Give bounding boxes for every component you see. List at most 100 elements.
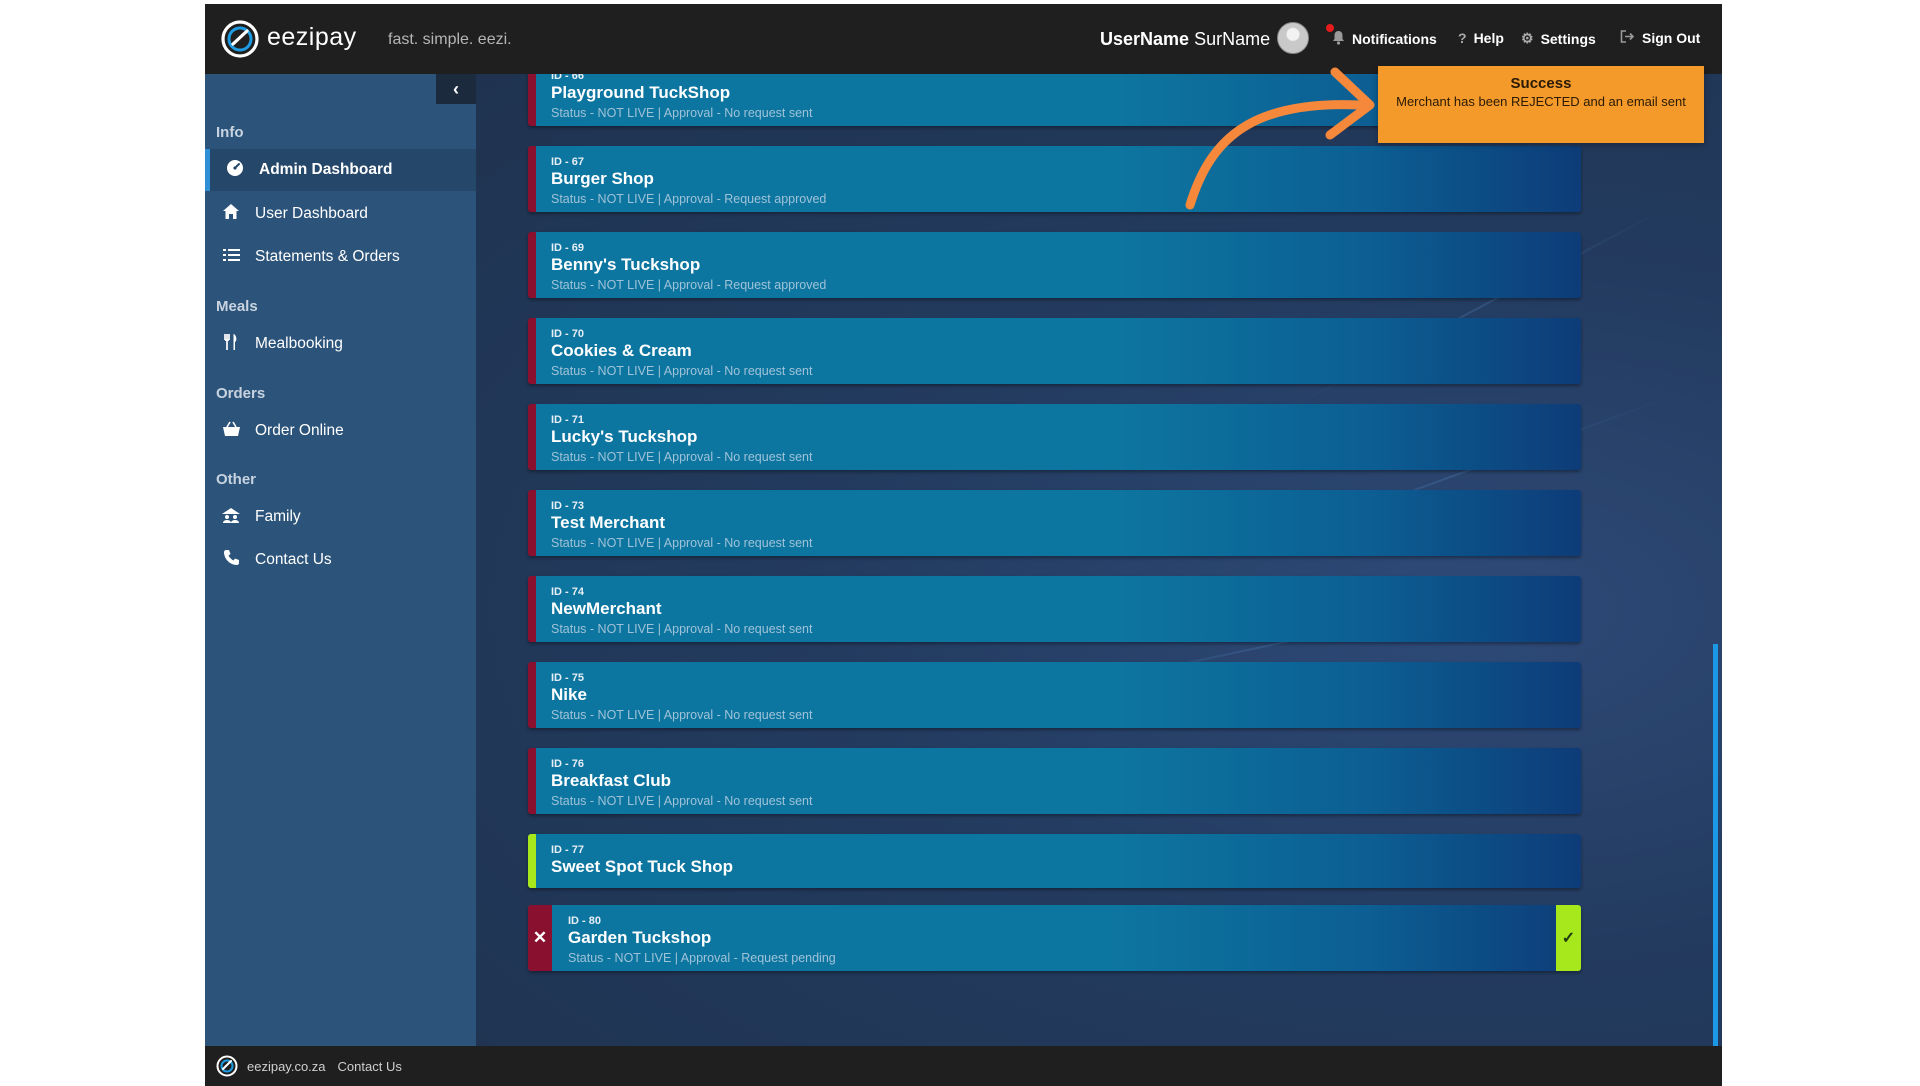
merchant-id: ID - 77 bbox=[551, 844, 585, 856]
section-title-meals: Meals bbox=[216, 298, 258, 315]
merchant-id: ID - 67 bbox=[551, 156, 585, 168]
sign-out-icon bbox=[1620, 30, 1635, 46]
gear-icon: ⚙ bbox=[1521, 30, 1534, 46]
merchant-name: Lucky's Tuckshop bbox=[551, 427, 698, 446]
brand-name[interactable]: eezipay bbox=[267, 23, 357, 52]
merchant-status: Status - NOT LIVE | Approval - No reques… bbox=[551, 106, 813, 120]
user-name[interactable]: UserName SurName bbox=[1100, 29, 1270, 50]
family-home-icon bbox=[220, 507, 242, 528]
merchant-id: ID - 71 bbox=[551, 414, 585, 426]
merchant-id: ID - 70 bbox=[551, 328, 585, 340]
annotation-arrow-icon bbox=[1185, 67, 1375, 210]
merchant-status: Status - NOT LIVE | Approval - No reques… bbox=[551, 364, 813, 378]
merchant-status: Status - NOT LIVE | Approval - Request p… bbox=[568, 951, 836, 965]
scrollbar[interactable] bbox=[1713, 644, 1718, 1046]
merchant-card[interactable]: ID - 70 Cookies & Cream Status - NOT LIV… bbox=[528, 318, 1581, 384]
eezipay-logo-icon[interactable] bbox=[221, 20, 259, 58]
home-icon bbox=[220, 203, 242, 225]
merchant-card[interactable]: ID - 76 Breakfast Club Status - NOT LIVE… bbox=[528, 748, 1581, 814]
settings-link[interactable]: ⚙ Settings bbox=[1521, 30, 1596, 47]
sidebar-item-label: Admin Dashboard bbox=[259, 161, 393, 178]
sidebar-item-order-online[interactable]: Order Online bbox=[205, 410, 476, 452]
toast-title: Success bbox=[1510, 75, 1572, 92]
merchant-status: Status - NOT LIVE | Approval - No reques… bbox=[551, 708, 813, 722]
merchant-card[interactable]: ID - 75 Nike Status - NOT LIVE | Approva… bbox=[528, 662, 1581, 728]
footer-contact-link[interactable]: Contact Us bbox=[338, 1059, 402, 1074]
section-title-info: Info bbox=[216, 124, 244, 141]
merchant-id: ID - 80 bbox=[568, 915, 602, 927]
brand-tagline: fast. simple. eezi. bbox=[388, 31, 512, 48]
merchant-card[interactable]: ID - 77 Sweet Spot Tuck Shop bbox=[528, 834, 1581, 888]
sidebar-item-contact-us[interactable]: Contact Us bbox=[205, 539, 476, 581]
merchant-id: ID - 75 bbox=[551, 672, 585, 684]
merchant-status: Status - NOT LIVE | Approval - No reques… bbox=[551, 536, 813, 550]
merchant-card[interactable]: ID - 69 Benny's Tuckshop Status - NOT LI… bbox=[528, 232, 1581, 298]
notifications-label: Notifications bbox=[1352, 31, 1437, 47]
merchant-card[interactable]: ID - 67 Burger Shop Status - NOT LIVE | … bbox=[528, 146, 1581, 212]
sidebar-item-label: User Dashboard bbox=[255, 205, 368, 222]
footer-site-link[interactable]: eezipay.co.za bbox=[247, 1059, 326, 1074]
list-icon bbox=[220, 247, 242, 267]
merchant-id: ID - 73 bbox=[551, 500, 585, 512]
merchant-name: Benny's Tuckshop bbox=[551, 255, 701, 274]
success-toast[interactable]: Success Merchant has been REJECTED and a… bbox=[1378, 66, 1704, 143]
help-label: Help bbox=[1473, 30, 1504, 46]
merchant-status: Status - NOT LIVE | Approval - No reques… bbox=[551, 622, 813, 636]
merchant-status: Status - NOT LIVE | Approval - No reques… bbox=[551, 450, 813, 464]
settings-label: Settings bbox=[1540, 30, 1596, 47]
help-link[interactable]: ? Help bbox=[1458, 30, 1504, 46]
merchant-card-pending[interactable]: ✕ ID - 80 Garden Tuckshop Status - NOT L… bbox=[528, 905, 1581, 971]
merchant-id: ID - 66 bbox=[551, 74, 585, 82]
user-first-name: UserName bbox=[1100, 29, 1190, 49]
fork-knife-icon bbox=[220, 333, 242, 356]
merchant-id: ID - 74 bbox=[551, 586, 585, 598]
question-icon: ? bbox=[1458, 30, 1467, 46]
approve-merchant-button[interactable]: ✓ bbox=[1556, 905, 1581, 971]
merchant-id: ID - 69 bbox=[551, 242, 585, 254]
section-title-other: Other bbox=[216, 471, 257, 488]
sidebar-item-mealbooking[interactable]: Mealbooking bbox=[205, 323, 476, 365]
footer: eezipay.co.za Contact Us bbox=[205, 1046, 1722, 1086]
sidebar: ‹ Info Admin Dashboard User Dashboard St… bbox=[205, 74, 476, 1046]
sidebar-item-family[interactable]: Family bbox=[205, 496, 476, 538]
sidebar-item-label: Family bbox=[255, 508, 301, 525]
app-window: eezipay fast. simple. eezi. UserName Sur… bbox=[205, 4, 1722, 1086]
merchant-name: Test Merchant bbox=[551, 513, 665, 532]
merchant-name: Breakfast Club bbox=[551, 771, 671, 790]
sidebar-item-label: Contact Us bbox=[255, 551, 332, 568]
merchant-list-panel: ID - 66 Playground TuckShop Status - NOT… bbox=[476, 74, 1722, 1046]
phone-icon bbox=[220, 549, 242, 571]
merchant-name: Playground TuckShop bbox=[551, 83, 731, 102]
collapse-sidebar-button[interactable]: ‹ bbox=[436, 74, 476, 104]
sidebar-item-label: Mealbooking bbox=[255, 335, 343, 352]
top-bar: eezipay fast. simple. eezi. UserName Sur… bbox=[205, 4, 1722, 74]
merchant-name: Burger Shop bbox=[551, 169, 654, 188]
dashboard-gauge-icon bbox=[224, 159, 246, 182]
merchant-name: Garden Tuckshop bbox=[568, 928, 712, 947]
merchant-card[interactable]: ID - 71 Lucky's Tuckshop Status - NOT LI… bbox=[528, 404, 1581, 470]
merchant-name: Cookies & Cream bbox=[551, 341, 692, 360]
sidebar-item-statements-orders[interactable]: Statements & Orders bbox=[205, 236, 476, 278]
notifications-link[interactable]: Notifications bbox=[1326, 24, 1437, 48]
sidebar-item-admin-dashboard[interactable]: Admin Dashboard bbox=[205, 149, 476, 191]
basket-icon bbox=[220, 421, 242, 442]
eezipay-footer-logo-icon bbox=[216, 1055, 238, 1077]
notification-dot bbox=[1326, 24, 1334, 32]
reject-merchant-button[interactable]: ✕ bbox=[528, 905, 552, 971]
merchant-name: NewMerchant bbox=[551, 599, 662, 618]
toast-message: Merchant has been REJECTED and an email … bbox=[1396, 94, 1686, 109]
avatar[interactable] bbox=[1277, 22, 1309, 54]
merchant-card[interactable]: ID - 73 Test Merchant Status - NOT LIVE … bbox=[528, 490, 1581, 556]
merchant-id: ID - 76 bbox=[551, 758, 585, 770]
merchant-status: Status - NOT LIVE | Approval - Request a… bbox=[551, 192, 827, 206]
user-last-name: SurName bbox=[1194, 29, 1271, 49]
bell-icon bbox=[1326, 24, 1345, 48]
merchant-status: Status - NOT LIVE | Approval - No reques… bbox=[551, 794, 813, 808]
section-title-orders: Orders bbox=[216, 385, 266, 402]
merchant-name: Sweet Spot Tuck Shop bbox=[551, 857, 733, 876]
sidebar-item-user-dashboard[interactable]: User Dashboard bbox=[205, 193, 476, 235]
sign-out-link[interactable]: Sign Out bbox=[1620, 30, 1700, 46]
sidebar-item-label: Statements & Orders bbox=[255, 248, 400, 265]
merchant-card[interactable]: ID - 74 NewMerchant Status - NOT LIVE | … bbox=[528, 576, 1581, 642]
merchant-name: Nike bbox=[551, 685, 587, 704]
